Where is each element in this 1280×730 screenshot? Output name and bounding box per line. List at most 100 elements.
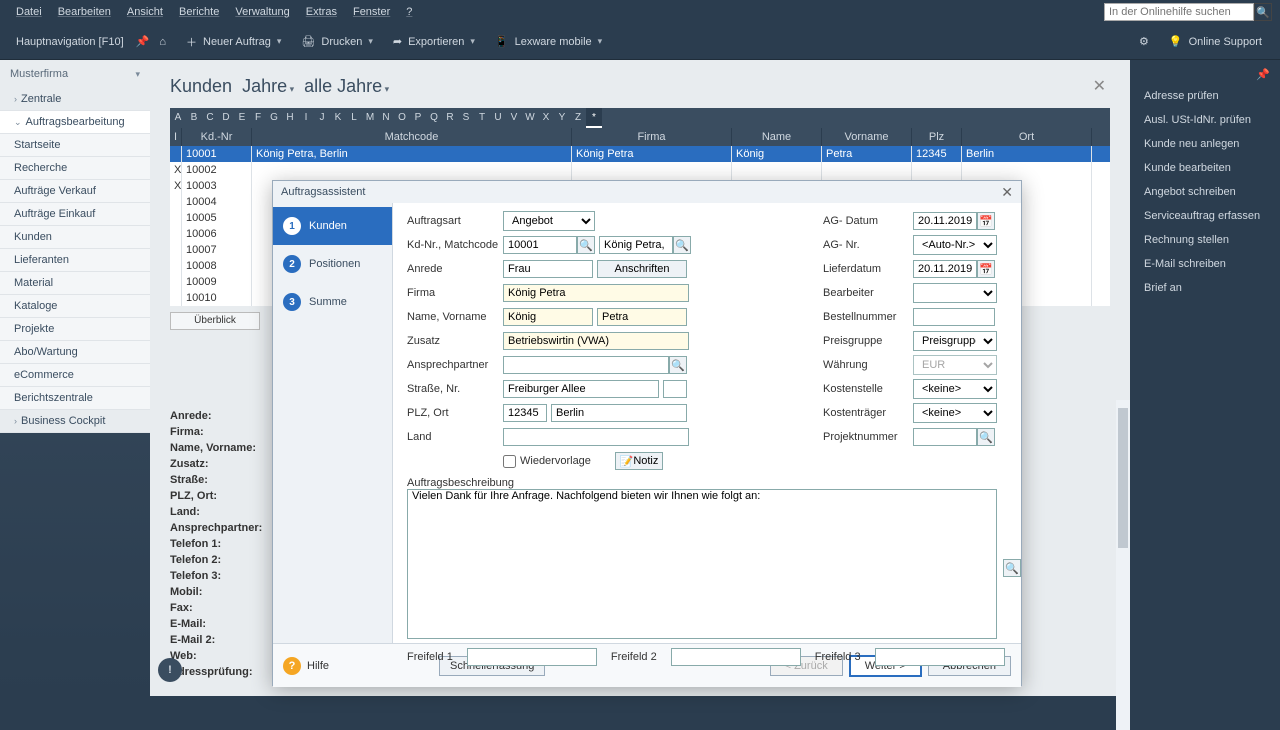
notification-icon[interactable]: !: [158, 658, 182, 682]
anschriften-button[interactable]: Anschriften: [597, 260, 687, 278]
hilfe-link[interactable]: Hilfe: [307, 660, 329, 672]
agnr-select[interactable]: <Auto-Nr.>: [913, 235, 997, 255]
col-ort[interactable]: Ort: [962, 128, 1092, 146]
col-kdnr[interactable]: Kd.-Nr: [182, 128, 252, 146]
close-view-button[interactable]: ✕: [1089, 72, 1110, 100]
agdatum-calendar-button[interactable]: 📅: [977, 212, 995, 230]
action-ausl-ust-idnr-pr-fen[interactable]: Ausl. USt-IdNr. prüfen: [1130, 108, 1280, 132]
col-vorname[interactable]: Vorname: [822, 128, 912, 146]
alpha-Q[interactable]: Q: [426, 108, 442, 128]
wizard-close-button[interactable]: ✕: [1001, 184, 1013, 201]
menu-berichte[interactable]: Berichte: [171, 6, 227, 18]
help-search-button[interactable]: 🔍: [1254, 3, 1272, 21]
kostentraeger-select[interactable]: <keine>: [913, 403, 997, 423]
action-kunde-bearbeiten[interactable]: Kunde bearbeiten: [1130, 156, 1280, 180]
plz-input[interactable]: [503, 404, 547, 422]
menu-help[interactable]: ?: [398, 6, 420, 18]
alpha-M[interactable]: M: [362, 108, 378, 128]
wizard-step-positionen[interactable]: 2Positionen: [273, 245, 392, 283]
sidebar-item-zentrale[interactable]: ›Zentrale: [0, 88, 150, 111]
col-firma[interactable]: Firma: [572, 128, 732, 146]
sidebar-item-auftragsbearbeitung[interactable]: ⌄Auftragsbearbeitung: [0, 111, 150, 134]
beschreibung-textarea[interactable]: Vielen Dank für Ihre Anfrage. Nachfolgen…: [407, 489, 997, 639]
freifeld2-input[interactable]: [671, 648, 801, 666]
settings-button[interactable]: ⚙: [1129, 28, 1159, 56]
ansprechpartner-lookup-button[interactable]: 🔍: [669, 356, 687, 374]
sidebar-item-auftraege-verkauf[interactable]: Aufträge Verkauf: [0, 180, 150, 203]
alpha-*[interactable]: *: [586, 108, 602, 128]
firma-input[interactable]: [503, 284, 689, 302]
sidebar-item-recherche[interactable]: Recherche: [0, 157, 150, 180]
sidebar-item-projekte[interactable]: Projekte: [0, 318, 150, 341]
menu-bearbeiten[interactable]: Bearbeiten: [50, 6, 119, 18]
freifeld3-input[interactable]: [875, 648, 1005, 666]
vorname-input[interactable]: [597, 308, 687, 326]
projektnr-lookup-button[interactable]: 🔍: [977, 428, 995, 446]
alpha-S[interactable]: S: [458, 108, 474, 128]
alpha-D[interactable]: D: [218, 108, 234, 128]
wiedervorlage-checkbox[interactable]: [503, 455, 516, 468]
col-name[interactable]: Name: [732, 128, 822, 146]
support-button[interactable]: 💡Online Support: [1159, 28, 1272, 56]
lieferdatum-input[interactable]: [913, 260, 977, 278]
col-matchcode[interactable]: Matchcode: [252, 128, 572, 146]
help-search-input[interactable]: [1104, 3, 1254, 21]
anrede-input[interactable]: [503, 260, 593, 278]
projektnr-input[interactable]: [913, 428, 977, 446]
alpha-X[interactable]: X: [538, 108, 554, 128]
alpha-C[interactable]: C: [202, 108, 218, 128]
years-value-dropdown[interactable]: alle Jahre: [304, 76, 389, 97]
col-i[interactable]: I: [170, 128, 182, 146]
freifeld1-input[interactable]: [467, 648, 597, 666]
alpha-Y[interactable]: Y: [554, 108, 570, 128]
strasse-input[interactable]: [503, 380, 659, 398]
kdnr-lookup-button[interactable]: 🔍: [577, 236, 595, 254]
kdnr-input[interactable]: [503, 236, 577, 254]
alpha-H[interactable]: H: [282, 108, 298, 128]
name-input[interactable]: [503, 308, 593, 326]
alpha-W[interactable]: W: [522, 108, 538, 128]
main-nav-label[interactable]: Hauptnavigation [F10]: [8, 32, 132, 52]
action-rechnung-stellen[interactable]: Rechnung stellen: [1130, 228, 1280, 252]
alpha-A[interactable]: A: [170, 108, 186, 128]
action-e-mail-schreiben[interactable]: E-Mail schreiben: [1130, 252, 1280, 276]
notiz-button[interactable]: 📝Notiz: [615, 452, 663, 470]
print-button[interactable]: 🖨Drucken: [291, 28, 382, 56]
overview-button[interactable]: Überblick: [170, 312, 260, 330]
sidebar-item-kunden[interactable]: Kunden: [0, 226, 150, 249]
menu-ansicht[interactable]: Ansicht: [119, 6, 171, 18]
alpha-F[interactable]: F: [250, 108, 266, 128]
alpha-L[interactable]: L: [346, 108, 362, 128]
mobile-button[interactable]: 📱Lexware mobile: [485, 28, 612, 56]
matchcode-lookup-button[interactable]: 🔍: [673, 236, 691, 254]
action-brief-an[interactable]: Brief an: [1130, 276, 1280, 300]
new-order-button[interactable]: ＋Neuer Auftrag: [176, 28, 291, 56]
menu-datei[interactable]: Datei: [8, 6, 50, 18]
export-button[interactable]: ➦Exportieren: [383, 28, 485, 56]
matchcode-input[interactable]: [599, 236, 673, 254]
alpha-I[interactable]: I: [298, 108, 314, 128]
menu-fenster[interactable]: Fenster: [345, 6, 398, 18]
kostenstelle-select[interactable]: <keine>: [913, 379, 997, 399]
alpha-J[interactable]: J: [314, 108, 330, 128]
alpha-G[interactable]: G: [266, 108, 282, 128]
action-angebot-schreiben[interactable]: Angebot schreiben: [1130, 180, 1280, 204]
firm-selector[interactable]: Musterfirma▾: [0, 60, 150, 88]
alpha-K[interactable]: K: [330, 108, 346, 128]
alpha-B[interactable]: B: [186, 108, 202, 128]
scrollbar-thumb[interactable]: [1118, 408, 1128, 548]
preisgruppe-select[interactable]: Preisgruppe 1: [913, 331, 997, 351]
auftragsart-select[interactable]: Angebot: [503, 211, 595, 231]
sidebar-item-auftraege-einkauf[interactable]: Aufträge Einkauf: [0, 203, 150, 226]
alpha-V[interactable]: V: [506, 108, 522, 128]
alpha-Z[interactable]: Z: [570, 108, 586, 128]
sidebar-item-abo[interactable]: Abo/Wartung: [0, 341, 150, 364]
beschreibung-zoom-button[interactable]: 🔍: [1003, 559, 1021, 577]
agdatum-input[interactable]: [913, 212, 977, 230]
lieferdatum-calendar-button[interactable]: 📅: [977, 260, 995, 278]
ansprechpartner-input[interactable]: [503, 356, 669, 374]
action-kunde-neu-anlegen[interactable]: Kunde neu anlegen: [1130, 132, 1280, 156]
zusatz-input[interactable]: [503, 332, 689, 350]
alpha-T[interactable]: T: [474, 108, 490, 128]
hausnr-input[interactable]: [663, 380, 687, 398]
